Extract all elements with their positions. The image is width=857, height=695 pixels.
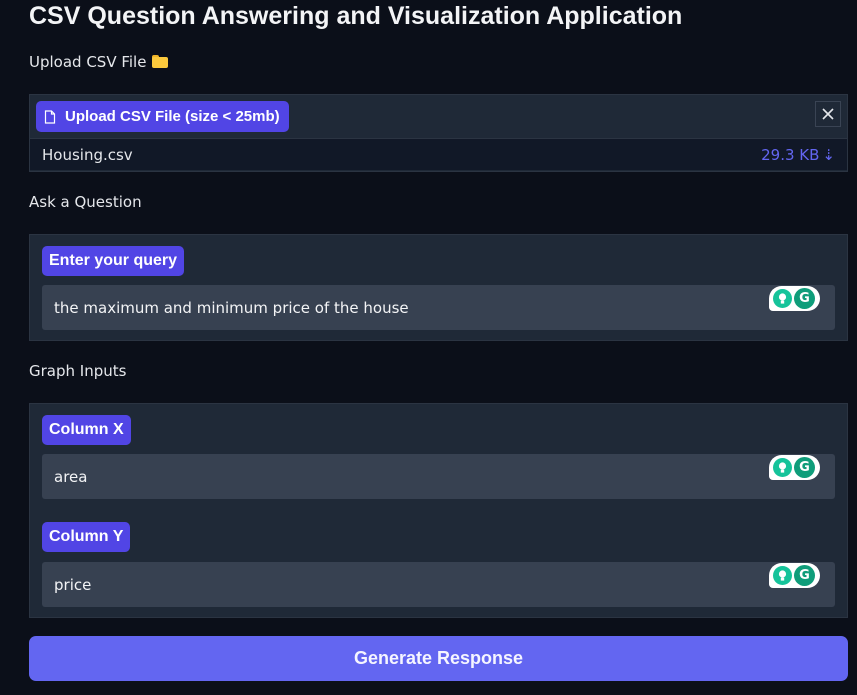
grammarly-widget[interactable]: G bbox=[769, 563, 820, 588]
app-page: CSV Question Answering and Visualization… bbox=[0, 0, 857, 695]
file-download-link[interactable]: 29.3 KB ⇣ bbox=[761, 146, 835, 164]
upload-panel: Upload CSV File (size < 25mb) Housing.cs… bbox=[29, 94, 848, 172]
clear-file-button[interactable] bbox=[815, 101, 841, 127]
file-name: Housing.csv bbox=[42, 145, 133, 164]
lightbulb-icon bbox=[773, 566, 792, 585]
file-icon bbox=[44, 109, 56, 124]
query-field-label: Enter your query bbox=[42, 246, 185, 276]
query-input-value: the maximum and minimum price of the hou… bbox=[54, 298, 409, 317]
download-icon: ⇣ bbox=[822, 145, 835, 164]
lightbulb-icon bbox=[773, 289, 792, 308]
query-input[interactable]: the maximum and minimum price of the hou… bbox=[42, 285, 835, 330]
close-icon bbox=[822, 108, 834, 120]
generate-response-button[interactable]: Generate Response bbox=[29, 636, 848, 681]
upload-csv-button[interactable]: Upload CSV File (size < 25mb) bbox=[36, 101, 289, 132]
page-title: CSV Question Answering and Visualization… bbox=[29, 2, 683, 30]
column-y-input[interactable]: price G bbox=[42, 562, 835, 607]
graph-section-label: Graph Inputs bbox=[29, 362, 127, 380]
grammarly-widget[interactable]: G bbox=[769, 286, 820, 311]
grammarly-icon: G bbox=[794, 457, 815, 478]
grammarly-icon: G bbox=[794, 565, 815, 586]
column-x-input[interactable]: area G bbox=[42, 454, 835, 499]
upload-section-header: Upload CSV File bbox=[29, 53, 169, 71]
grammarly-widget[interactable]: G bbox=[769, 455, 820, 480]
column-y-label: Column Y bbox=[42, 522, 131, 552]
folder-icon bbox=[152, 55, 169, 68]
column-y-value: price bbox=[54, 575, 92, 594]
question-section-label: Ask a Question bbox=[29, 193, 142, 211]
upload-section-label: Upload CSV File bbox=[29, 53, 147, 71]
graph-inputs-panel: Column X area G Column Y price G bbox=[29, 403, 848, 618]
file-size: 29.3 KB bbox=[761, 145, 820, 164]
uploaded-file-row: Housing.csv 29.3 KB ⇣ bbox=[30, 138, 847, 170]
column-x-label: Column X bbox=[42, 415, 131, 445]
upload-button-label: Upload CSV File (size < 25mb) bbox=[65, 108, 280, 125]
grammarly-icon: G bbox=[794, 288, 815, 309]
column-x-value: area bbox=[54, 467, 88, 486]
lightbulb-icon bbox=[773, 458, 792, 477]
query-panel: Enter your query the maximum and minimum… bbox=[29, 234, 848, 341]
